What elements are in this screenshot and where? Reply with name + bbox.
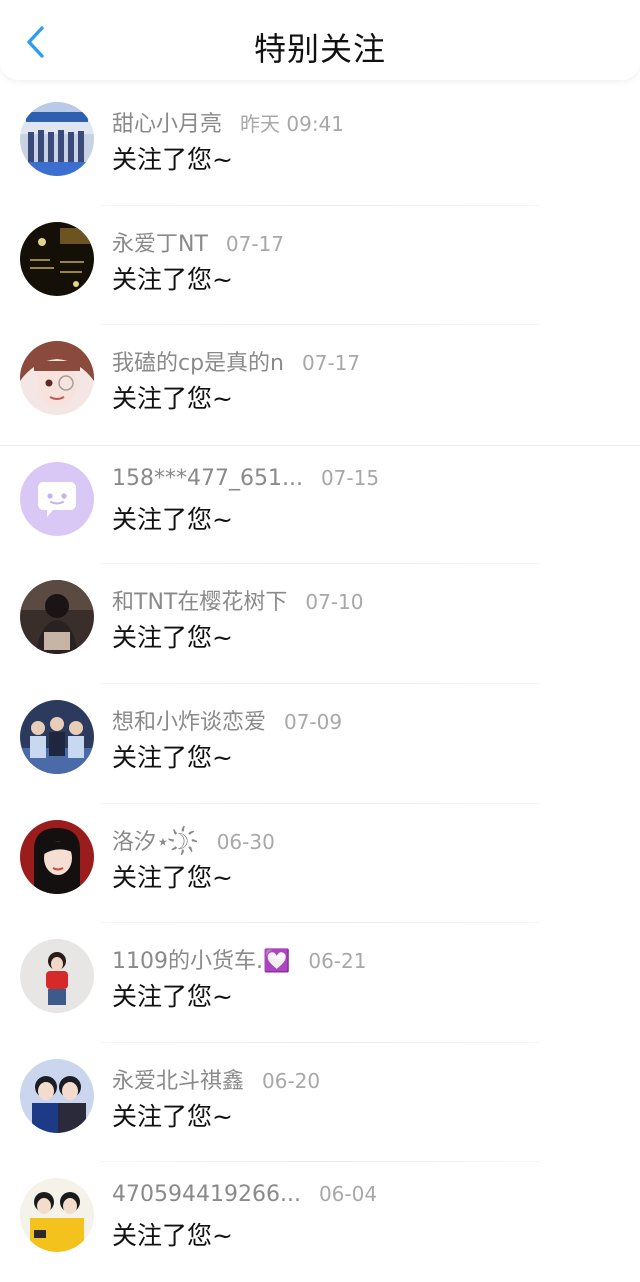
- timestamp: 06-20: [262, 1068, 321, 1093]
- timestamp: 06-21: [308, 949, 367, 974]
- avatar[interactable]: [20, 341, 94, 416]
- list-item[interactable]: 甜心小月亮 昨天 09:41 关注了您~: [0, 86, 640, 206]
- timestamp: 07-17: [225, 231, 285, 256]
- list-item[interactable]: 和TNT在樱花树下 07-10 关注了您~: [0, 564, 640, 684]
- user-name[interactable]: 洛汐⋆☽҉: [112, 824, 199, 856]
- avatar[interactable]: [20, 1058, 94, 1133]
- avatar[interactable]: [20, 819, 94, 894]
- list-item[interactable]: 我磕的cp是真的n 07-17 关注了您~: [0, 325, 640, 445]
- list-item[interactable]: 158***477_651... 07-15 关注了您~: [0, 444, 640, 565]
- list-item[interactable]: 洛汐⋆☽҉ 06-30 关注了您~: [0, 804, 640, 924]
- avatar[interactable]: [20, 1178, 94, 1253]
- notification-text: 关注了您~: [112, 982, 233, 1012]
- avatar[interactable]: [20, 699, 94, 774]
- user-name[interactable]: 470594419266...: [112, 1182, 301, 1207]
- timestamp: 07-09: [284, 709, 343, 734]
- user-name[interactable]: 和TNT在樱花树下: [112, 584, 287, 616]
- user-name[interactable]: 158***477_651...: [112, 466, 303, 491]
- top-bar: 特别关注: [0, 0, 640, 80]
- notification-text: 关注了您~: [112, 1101, 233, 1131]
- user-name[interactable]: 想和小炸谈恋爱: [112, 704, 266, 736]
- user-name[interactable]: 永爱北斗祺鑫: [112, 1063, 244, 1095]
- list-item[interactable]: 永爱丁NT 07-17 关注了您~: [0, 206, 640, 326]
- timestamp: 07-17: [302, 351, 361, 376]
- timestamp: 07-15: [320, 465, 380, 490]
- timestamp: 07-10: [305, 590, 364, 615]
- avatar[interactable]: [20, 580, 94, 655]
- notification-text: 关注了您~: [112, 623, 233, 653]
- user-name[interactable]: 我磕的cp是真的n: [112, 345, 284, 377]
- notification-text: 关注了您~: [112, 264, 233, 294]
- list-item[interactable]: 1109的小货车.💟 06-21 关注了您~: [0, 923, 640, 1043]
- timestamp: 06-30: [216, 829, 275, 854]
- timestamp: 06-04: [318, 1182, 378, 1207]
- list-item[interactable]: 想和小炸谈恋爱 07-09 关注了您~: [0, 684, 640, 804]
- notification-text: 关注了您~: [112, 504, 233, 534]
- chat-bubble-icon: [20, 461, 94, 536]
- list-item[interactable]: 470594419266... 06-04 关注了您~: [0, 1162, 640, 1282]
- user-name[interactable]: 1109的小货车.💟: [112, 943, 290, 975]
- avatar[interactable]: [20, 461, 94, 536]
- follow-list: 甜心小月亮 昨天 09:41 关注了您~ 永爱丁NT 07-17 关注了您~ 我…: [0, 86, 640, 1282]
- timestamp: 昨天 09:41: [240, 112, 345, 136]
- notification-text: 关注了您~: [112, 1221, 233, 1251]
- avatar[interactable]: [20, 939, 94, 1014]
- notification-text: 关注了您~: [112, 862, 233, 892]
- list-item[interactable]: 永爱北斗祺鑫 06-20 关注了您~: [0, 1043, 640, 1163]
- avatar[interactable]: [20, 102, 94, 176]
- avatar[interactable]: [20, 221, 94, 296]
- user-name[interactable]: 永爱丁NT: [112, 226, 208, 258]
- notification-text: 关注了您~: [112, 742, 233, 772]
- user-name[interactable]: 甜心小月亮: [112, 106, 222, 138]
- page-title: 特别关注: [253, 30, 386, 68]
- notification-text: 关注了您~: [112, 384, 233, 414]
- notification-text: 关注了您~: [112, 145, 233, 174]
